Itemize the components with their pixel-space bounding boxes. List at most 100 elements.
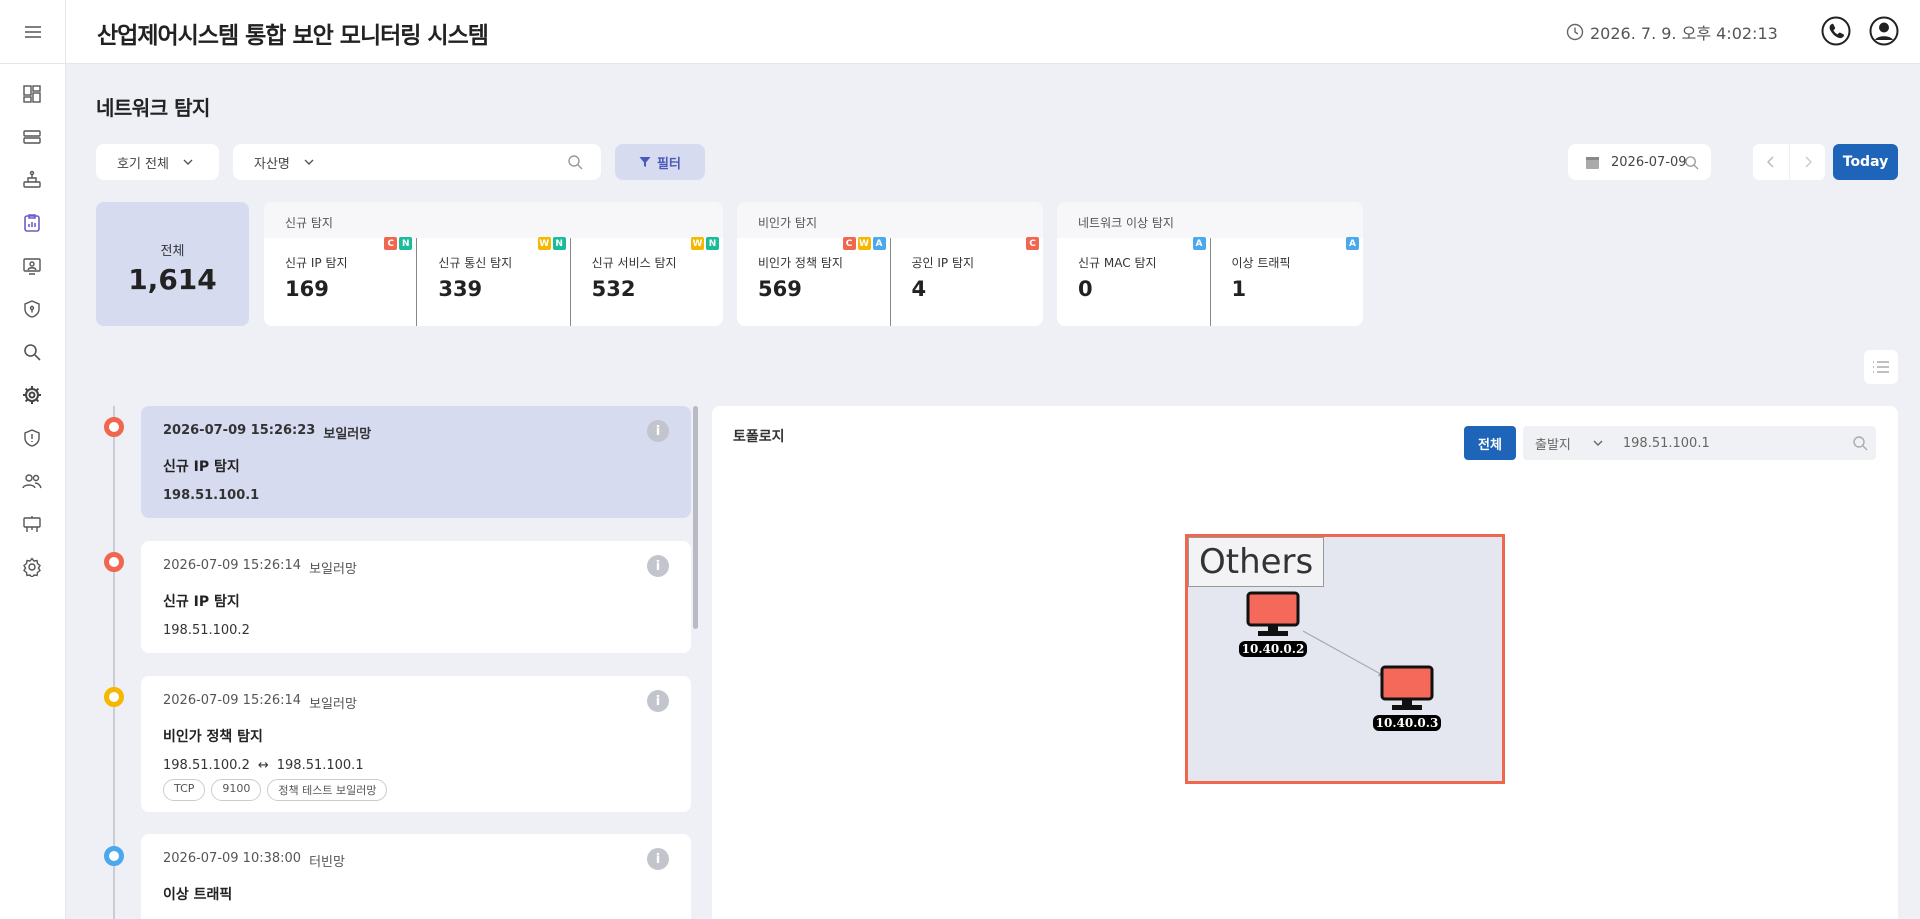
node-ip-label: 10.40.0.2 [1238,641,1308,657]
badge-critical: C [384,237,398,250]
user-profile-icon[interactable] [1869,16,1899,46]
info-icon[interactable]: i [647,555,669,577]
app-header: 산업제어시스템 통합 보안 모니터링 시스템 2026. 7. 9. 오후 4:… [66,0,1920,64]
direction-select[interactable]: 출발지 [1535,434,1571,453]
topology-node[interactable]: 10.40.0.3 [1372,665,1442,731]
clock: 2026. 7. 9. 오후 4:02:13 [1566,20,1778,44]
event-src-ip: 198.51.100.2 [163,623,250,638]
event-timestamp: 2026-07-09 15:26:14 [163,558,302,573]
unit-select-value: 호기 전체 [117,156,169,172]
event-list-scrollbar[interactable] [693,406,698,629]
severity-badges: A [1192,237,1206,250]
unit-select[interactable]: 호기 전체 [96,144,219,180]
date-picker[interactable]: 2026-07-09 [1568,144,1711,180]
report-icon[interactable] [21,212,43,234]
event-network: 보일러망 [309,562,357,577]
prev-day-button[interactable] [1753,144,1789,180]
info-icon[interactable]: i [647,848,669,870]
stat-cell-policy[interactable]: CWA 비인가 정책 탐지 569 [737,237,890,326]
search-icon[interactable] [21,341,43,363]
event-card[interactable]: 2026-07-09 10:38:00터빈망 이상 트래픽 198.51.100… [141,834,691,919]
current-datetime: 2026. 7. 9. 오후 4:02:13 [1590,24,1778,43]
timeline-dot [104,552,124,572]
stat-cell-abnormal-traffic[interactable]: A 이상 트래픽 1 [1209,237,1364,326]
chevron-down-icon [1593,440,1603,446]
badge-critical: C [842,237,856,250]
app-title: 산업제어시스템 통합 보안 모니터링 시스템 [97,23,489,49]
stat-value: 0 [1078,277,1093,301]
event-timestamp: 2026-07-09 15:26:14 [163,693,302,708]
severity-badges: A [1346,237,1359,250]
filter-button[interactable]: 필터 [615,144,705,180]
topology-group[interactable]: Others 10.40.0.2 10.40.0.3 [1185,534,1505,784]
stat-group-network-anomaly: 네트워크 이상 탐지 A 신규 MAC 탐지 0 A 이상 트래픽 1 [1057,202,1363,326]
severity-badges: C [1026,237,1039,250]
stat-label: 비인가 정책 탐지 [758,256,843,270]
monitor-user-icon[interactable] [21,255,43,277]
stat-cell-new-ip[interactable]: CN 신규 IP 탐지 169 [264,237,416,326]
timeline-dot [104,846,124,866]
stat-total-value: 1,614 [128,263,217,296]
event-network: 보일러망 [309,697,357,712]
stat-total-card[interactable]: 전체 1,614 [96,202,249,326]
all-button[interactable]: 전체 [1464,426,1516,460]
stat-group-new: 신규 탐지 CN 신규 IP 탐지 169 WN 신규 통신 탐지 339 WN… [264,202,723,326]
stat-cell-public-ip[interactable]: C 공인 IP 탐지 4 [889,237,1044,326]
stat-cell-new-mac[interactable]: A 신규 MAC 탐지 0 [1057,237,1210,326]
info-icon[interactable]: i [647,420,669,442]
event-name: 신규 IP 탐지 [163,459,240,475]
timeline-dot [104,687,124,707]
ip-search-input[interactable]: 198.51.100.1 [1623,436,1710,451]
menu-icon[interactable] [0,0,66,64]
stat-cell-new-comm[interactable]: WN 신규 통신 탐지 339 [416,237,569,326]
settings-icon[interactable] [21,556,43,578]
stat-label: 신규 IP 탐지 [285,256,348,270]
server-icon[interactable] [21,126,43,148]
security-shield-icon[interactable] [21,427,43,449]
badge-warning: W [690,237,704,250]
stat-total-label: 전체 [160,244,185,259]
stat-value: 569 [758,277,802,301]
stat-cell-new-service[interactable]: WN 신규 서비스 탐지 532 [569,237,723,326]
severity-badges: WN [537,237,566,250]
event-card[interactable]: 2026-07-09 15:26:14 보일러망 신규 IP 탐지 198.51.… [141,541,691,653]
phone-icon[interactable] [1821,16,1851,46]
event-timestamp: 2026-07-09 10:38:00 [163,851,302,866]
users-icon[interactable] [21,470,43,492]
board-icon[interactable] [21,513,43,535]
network-icon[interactable] [21,169,43,191]
stat-label: 신규 MAC 탐지 [1078,256,1157,270]
search-icon[interactable] [567,154,583,170]
asset-select-value[interactable]: 자산명 [254,153,290,172]
dashboard-icon[interactable] [21,83,43,105]
badge-alert: A [1346,237,1359,250]
list-view-toggle[interactable] [1864,350,1898,384]
stat-label: 신규 통신 탐지 [438,256,513,270]
event-network: 터빈망 [309,855,345,870]
today-button[interactable]: Today [1833,144,1898,180]
calendar-icon [1586,156,1599,169]
chevron-right-icon [1804,156,1812,168]
event-timestamp: 2026-07-09 15:26:23 [163,423,316,438]
stat-group-title: 네트워크 이상 탐지 [1057,202,1363,238]
badge-alert: A [1192,237,1206,250]
settings-gear-icon[interactable] [21,384,43,406]
severity-badges: WN [690,237,719,250]
severity-badges: CN [384,237,413,250]
shield-icon[interactable] [21,298,43,320]
event-card[interactable]: 2026-07-09 15:26:23 보일러망 신규 IP 탐지 198.51.… [141,406,691,518]
event-card[interactable]: 2026-07-09 15:26:14 보일러망 비인가 정책 탐지 198.51… [141,676,691,812]
search-icon[interactable] [1852,435,1868,451]
stat-value: 169 [285,277,329,301]
chevron-left-icon [1767,156,1774,168]
next-day-button[interactable] [1789,144,1825,180]
asset-search[interactable]: 자산명 [233,144,601,180]
tag-protocol: TCP [163,779,206,801]
topology-node[interactable]: 10.40.0.2 [1238,591,1308,657]
badge-warning: W [857,237,871,250]
info-icon[interactable]: i [647,690,669,712]
badge-warning: W [537,237,551,250]
badge-notice: N [552,237,566,250]
search-icon[interactable] [1684,155,1699,170]
stat-label: 신규 서비스 탐지 [591,256,677,270]
